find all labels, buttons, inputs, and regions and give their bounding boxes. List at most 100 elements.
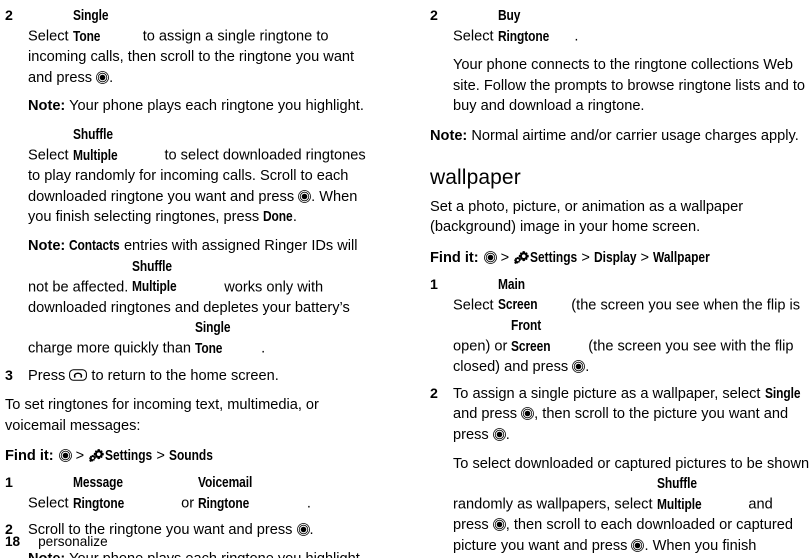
- ui-term-label: Shuffle Multiple: [72, 126, 118, 164]
- body-text: Set a photo, picture, or animation as a …: [430, 198, 744, 236]
- ui-term: Front Screen: [511, 316, 584, 357]
- body-text: .: [261, 340, 266, 357]
- menu-path-label: Settings: [105, 448, 153, 465]
- center-select-key-icon: [631, 538, 645, 552]
- body-text: Select: [28, 495, 73, 512]
- page-footer: 18 personalize: [5, 533, 108, 550]
- step-number: 2: [5, 8, 13, 24]
- body-text: and press: [453, 406, 522, 423]
- ui-term: Voicemail Ringtone: [198, 473, 307, 514]
- body-text: Select: [453, 297, 498, 314]
- body-text: .: [505, 426, 510, 443]
- step-note: Note: Your phone plays each ringtone you…: [5, 549, 381, 558]
- ui-term-label: Voicemail Ringtone: [198, 475, 253, 512]
- center-select-key-icon: [492, 428, 506, 441]
- menu-path-segment: Wallpaper: [653, 248, 710, 269]
- step-continuation: Your phone connects to the ringtone coll…: [430, 55, 811, 117]
- body-text: To set ringtones for incoming text, mult…: [5, 397, 319, 434]
- right-column: 2 Select Buy Ringtone. Your phone connects…: [430, 0, 811, 558]
- center-select-key-icon: [572, 360, 586, 374]
- step-continuation: To select downloaded or captured picture…: [430, 454, 811, 558]
- ui-term-label: Front Screen: [511, 317, 551, 355]
- body-paragraph: Set a photo, picture, or animation as a …: [430, 197, 811, 238]
- ui-term: Single Tone: [73, 6, 139, 47]
- note-label: Note:: [28, 237, 66, 254]
- body-text: .: [306, 495, 311, 512]
- ui-term-label: Shuffle Multiple: [656, 476, 702, 513]
- center-select-key-icon: [96, 70, 110, 84]
- body-text: Your phone plays each ringtone you highl…: [65, 551, 364, 558]
- menu-path-segment: Display: [594, 248, 637, 269]
- body-text: Your phone connects to the ringtone coll…: [453, 57, 806, 115]
- find-it-label: Find it:: [5, 448, 54, 465]
- body-text: Select: [453, 28, 498, 45]
- body-text: .: [574, 28, 579, 45]
- numbered-step: 3 Press to return to the home screen.: [5, 366, 381, 387]
- body-paragraph: To set ringtones for incoming text, mult…: [5, 395, 381, 436]
- find-it-label: Find it:: [430, 249, 479, 266]
- step-number: 1: [5, 475, 13, 492]
- numbered-step: 1 Select Message Ringtone or Voicemail Ri…: [5, 473, 381, 514]
- step-continuation: Select Shuffle Multiple to select downlo…: [5, 125, 381, 228]
- body-text: .: [109, 69, 114, 86]
- center-select-key-icon: [521, 407, 535, 421]
- step-number: 2: [430, 8, 438, 24]
- menu-path-label: Display: [593, 249, 637, 266]
- ui-term-label: Shuffle Multiple: [132, 258, 177, 296]
- ui-term: Single: [764, 384, 801, 405]
- ui-term: Done: [263, 207, 293, 228]
- note-label: Note:: [28, 551, 65, 558]
- ui-term-label: Single: [764, 385, 801, 402]
- center-select-key-icon: [492, 518, 506, 532]
- menu-path-segment: Settings: [530, 248, 577, 269]
- center-select-key-icon: [298, 189, 312, 203]
- body-text: To assign a single picture as a wallpape…: [453, 385, 765, 402]
- body-text: .: [585, 359, 590, 376]
- body-text: Your phone plays each ringtone you highl…: [65, 98, 364, 115]
- ui-term-label: Single Tone: [72, 8, 109, 45]
- section-heading: wallpaper: [430, 165, 521, 189]
- page-section-name: personalize: [38, 534, 108, 549]
- path-separator: >: [640, 249, 649, 266]
- ui-term: Message Ringtone: [73, 473, 177, 514]
- ui-term-label: Done: [263, 209, 293, 226]
- ui-term: Single Tone: [195, 318, 261, 359]
- path-separator: >: [156, 448, 165, 465]
- manual-page: 2 Select Single Tone to assign a single r…: [0, 0, 811, 558]
- body-text: Select: [28, 147, 73, 164]
- ui-term: Shuffle Multiple: [73, 125, 161, 166]
- end-call-key-icon: [69, 368, 88, 381]
- step-number: 1: [430, 276, 438, 293]
- menu-path-label: Sounds: [168, 448, 213, 465]
- ui-term-label: Message Ringtone: [72, 475, 124, 512]
- ui-term-label: Contacts: [69, 237, 120, 254]
- ui-term: Buy Ringtone: [498, 6, 575, 47]
- path-separator: >: [581, 249, 590, 266]
- ui-term: Shuffle Multiple: [657, 474, 745, 515]
- menu-path-label: Wallpaper: [653, 249, 710, 266]
- ui-term: Contacts: [69, 236, 120, 257]
- note-paragraph: Note: Normal airtime and/or carrier usag…: [430, 126, 811, 147]
- numbered-step: 2 Select Buy Ringtone.: [430, 6, 811, 47]
- left-column: 2 Select Single Tone to assign a single r…: [5, 0, 381, 558]
- menu-path-segment: Settings: [105, 446, 152, 467]
- numbered-step: 2 To assign a single picture as a wallpap…: [430, 384, 811, 446]
- settings-gear-icon: [88, 448, 105, 463]
- note-label: Note:: [430, 127, 468, 144]
- center-select-key-icon: [483, 250, 497, 264]
- page-number: 18: [5, 534, 21, 549]
- ui-term: Shuffle Multiple: [132, 257, 220, 298]
- note-label: Note:: [28, 98, 66, 115]
- step-note: Note: Contacts entries with assigned Rin…: [5, 236, 381, 360]
- body-text: Normal airtime and/or carrier usage char…: [467, 127, 799, 144]
- ui-term-label: Buy Ringtone: [497, 8, 549, 45]
- path-separator: >: [75, 448, 85, 465]
- menu-path-label: Settings: [530, 249, 578, 266]
- step-number: 2: [430, 385, 438, 402]
- ui-term: Main Screen: [498, 275, 568, 316]
- center-select-key-icon: [296, 523, 310, 537]
- ui-term-label: Main Screen: [497, 276, 538, 314]
- body-text: Press: [28, 367, 70, 384]
- step-number: 3: [5, 367, 13, 384]
- find-it-line: Find it: > Settings > Display > Wallpaper: [430, 248, 811, 269]
